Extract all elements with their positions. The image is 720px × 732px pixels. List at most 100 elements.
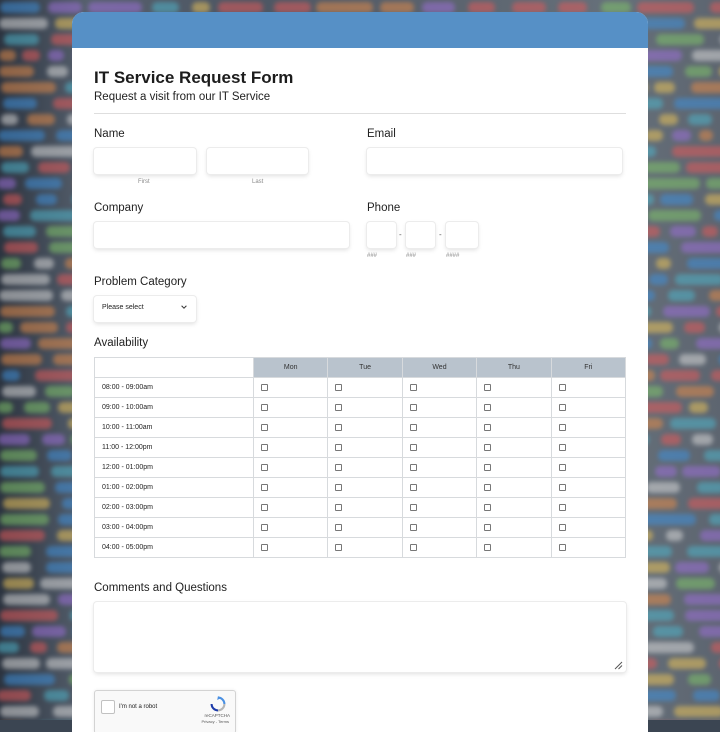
code-blur [687,258,720,269]
code-blur [4,674,56,685]
availability-checkbox[interactable] [410,464,417,471]
availability-checkbox[interactable] [261,524,268,531]
availability-cell [402,538,476,558]
availability-checkbox[interactable] [335,424,342,431]
availability-cell [551,398,625,418]
company-input[interactable] [94,222,349,248]
availability-checkbox[interactable] [484,484,491,491]
phone-prefix-input[interactable] [406,222,435,248]
code-blur [663,306,710,317]
availability-checkbox[interactable] [559,544,566,551]
availability-checkbox[interactable] [484,424,491,431]
code-blur [3,194,21,205]
availability-checkbox[interactable] [261,424,268,431]
code-blur [685,66,712,77]
code-blur [1,354,41,365]
code-blur [2,386,37,397]
availability-cell [477,438,551,458]
availability-checkbox[interactable] [410,444,417,451]
availability-checkbox[interactable] [559,524,566,531]
availability-row: 02:00 - 03:00pm [95,498,626,518]
recaptcha-logo-icon [210,696,226,712]
availability-checkbox[interactable] [484,444,491,451]
availability-checkbox[interactable] [335,384,342,391]
time-slot-label: 03:00 - 04:00pm [95,518,254,538]
availability-checkbox[interactable] [410,484,417,491]
availability-label: Availability [94,337,148,349]
availability-checkbox[interactable] [559,484,566,491]
email-input[interactable] [367,148,622,174]
availability-checkbox[interactable] [559,404,566,411]
code-blur [702,226,717,237]
category-selected-value: Please select [102,304,144,311]
availability-cell [328,538,402,558]
phone-separator: - [439,230,442,239]
availability-checkbox[interactable] [410,504,417,511]
availability-checkbox[interactable] [410,384,417,391]
availability-checkbox[interactable] [484,384,491,391]
availability-checkbox[interactable] [261,384,268,391]
availability-checkbox[interactable] [335,524,342,531]
availability-checkbox[interactable] [559,384,566,391]
code-blur [706,178,720,189]
phone-line-input[interactable] [446,222,478,248]
availability-table: MonTueWedThuFri 08:00 - 09:00am09:00 - 1… [94,357,626,558]
availability-cell [328,518,402,538]
code-blur [672,130,690,141]
availability-cell [254,418,328,438]
availability-checkbox[interactable] [335,504,342,511]
availability-checkbox[interactable] [261,464,268,471]
code-blur [700,530,720,541]
code-blur [4,242,38,253]
code-blur [696,338,720,349]
code-blur [681,242,720,253]
first-name-input[interactable] [94,148,196,174]
availability-checkbox[interactable] [484,544,491,551]
availability-checkbox[interactable] [484,504,491,511]
availability-checkbox[interactable] [335,464,342,471]
availability-cell [402,418,476,438]
availability-cell [551,498,625,518]
availability-checkbox[interactable] [261,484,268,491]
availability-checkbox[interactable] [559,424,566,431]
code-blur [649,274,668,285]
availability-checkbox[interactable] [410,524,417,531]
code-blur [25,178,62,189]
availability-checkbox[interactable] [410,544,417,551]
availability-checkbox[interactable] [335,404,342,411]
availability-cell [402,478,476,498]
code-blur [0,514,49,525]
availability-checkbox[interactable] [261,544,268,551]
name-label: Name [94,128,125,140]
availability-row: 03:00 - 04:00pm [95,518,626,538]
code-blur [0,146,23,157]
comments-textarea[interactable] [94,602,626,672]
code-blur [648,210,701,221]
resize-handle-icon[interactable] [613,660,623,670]
availability-checkbox[interactable] [261,504,268,511]
availability-checkbox[interactable] [335,544,342,551]
time-slot-label: 09:00 - 10:00am [95,398,254,418]
availability-checkbox[interactable] [410,424,417,431]
category-select[interactable]: Please select [94,296,196,322]
availability-checkbox[interactable] [335,444,342,451]
availability-checkbox[interactable] [261,444,268,451]
availability-checkbox[interactable] [484,404,491,411]
availability-checkbox[interactable] [261,404,268,411]
recaptcha-checkbox[interactable] [101,700,115,714]
availability-checkbox[interactable] [335,484,342,491]
code-blur [656,258,671,269]
availability-checkbox[interactable] [559,444,566,451]
availability-checkbox[interactable] [484,524,491,531]
availability-checkbox[interactable] [559,464,566,471]
availability-checkbox[interactable] [410,404,417,411]
phone-area-input[interactable] [367,222,396,248]
code-blur [2,658,39,669]
availability-cell [477,378,551,398]
code-blur [675,274,720,285]
availability-checkbox[interactable] [559,504,566,511]
code-blur [0,2,40,13]
code-blur [699,626,720,637]
availability-checkbox[interactable] [484,464,491,471]
last-name-input[interactable] [207,148,308,174]
